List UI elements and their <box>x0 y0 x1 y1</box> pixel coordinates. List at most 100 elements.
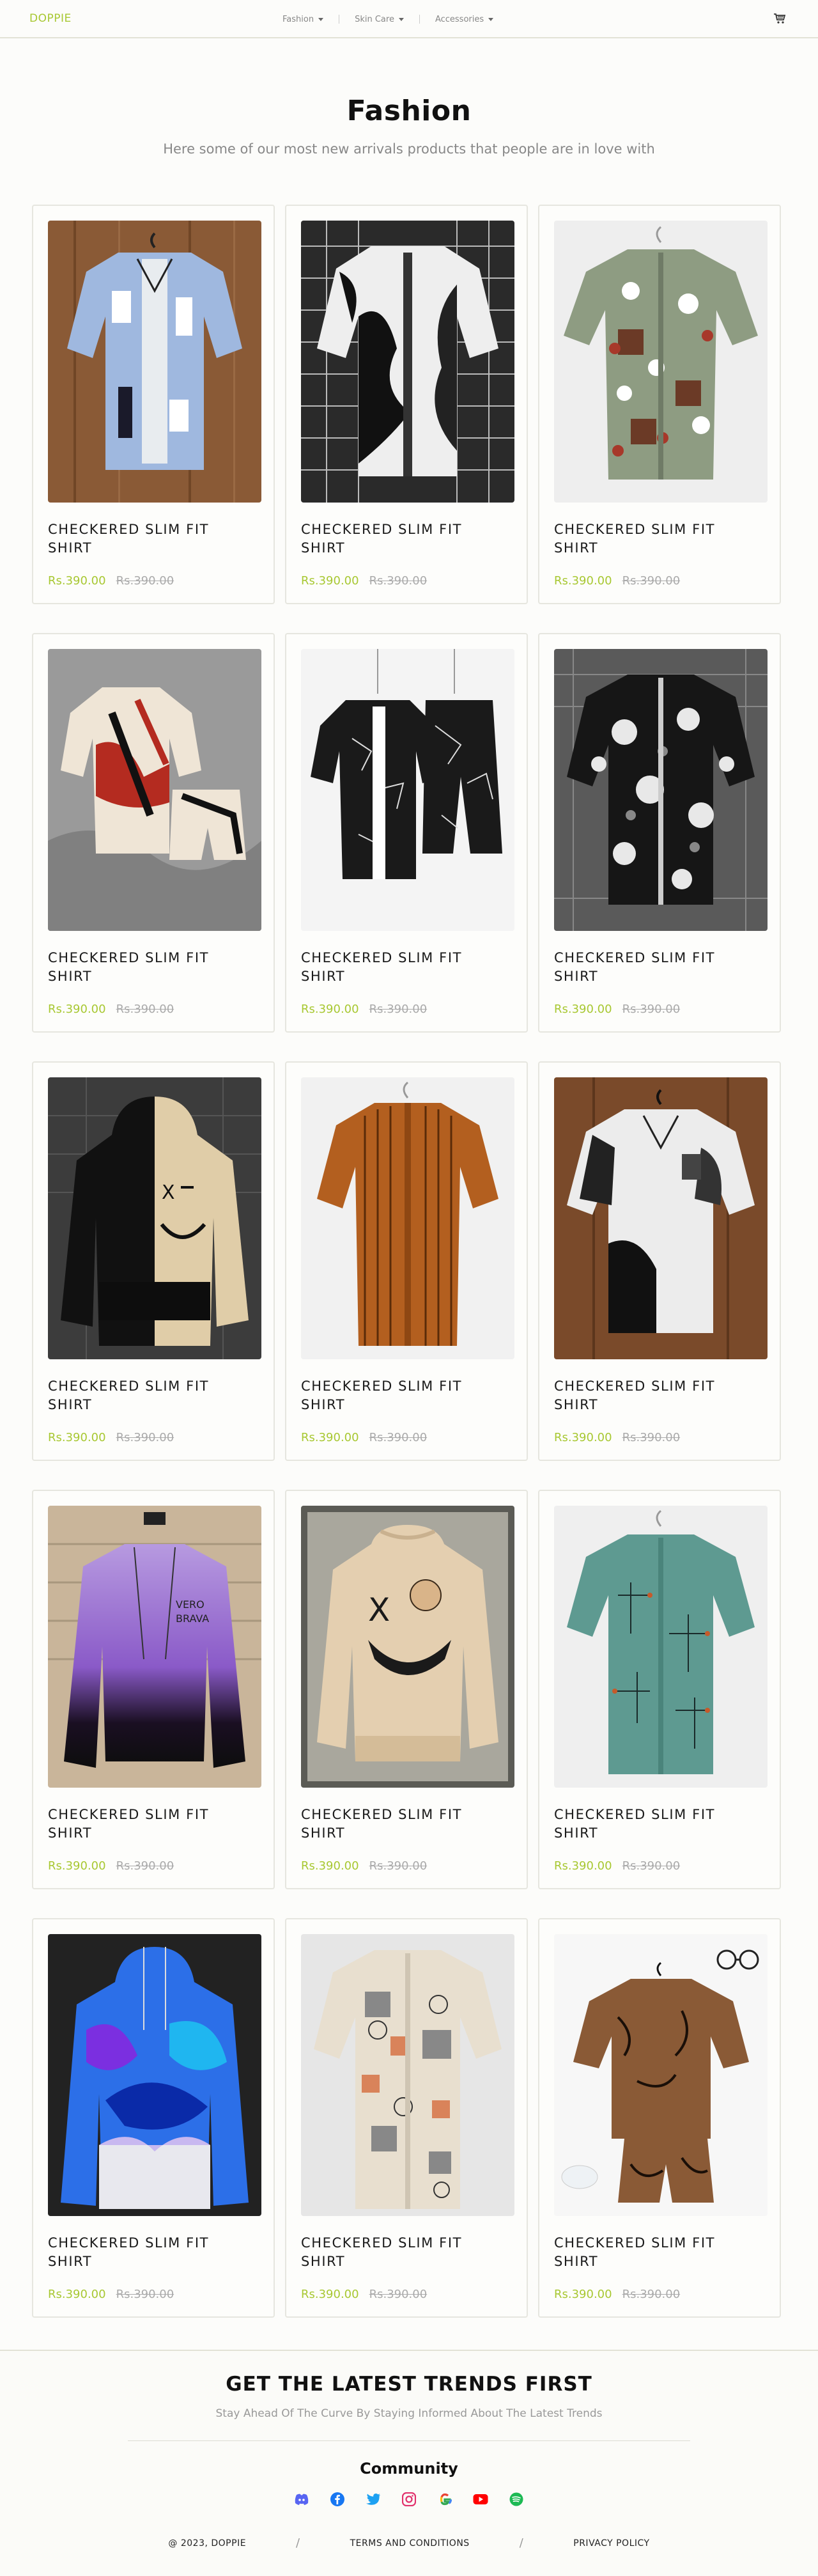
product-image[interactable] <box>48 1934 261 2216</box>
nav-item-accessories[interactable]: Accessories <box>435 14 494 24</box>
product-card[interactable]: X CHECKERED SLIM FIT SHIRT Rs.390.00 Rs.… <box>285 1490 528 1889</box>
product-old-price: Rs.390.00 <box>622 1859 681 1873</box>
product-price: Rs.390.00 <box>554 1431 612 1444</box>
product-image[interactable] <box>48 221 261 503</box>
product-old-price: Rs.390.00 <box>369 1003 428 1016</box>
svg-text:X: X <box>162 1182 175 1204</box>
product-title[interactable]: CHECKERED SLIM FIT SHIRT <box>301 520 493 558</box>
cart-icon[interactable] <box>773 13 786 27</box>
price-row: Rs.390.00 Rs.390.00 <box>301 1859 512 1873</box>
product-title[interactable]: CHECKERED SLIM FIT SHIRT <box>554 1806 746 1843</box>
chevron-down-icon <box>488 17 494 21</box>
product-image[interactable] <box>48 649 261 931</box>
product-title[interactable]: CHECKERED SLIM FIT SHIRT <box>301 2234 493 2271</box>
privacy-link[interactable]: PRIVACY POLICY <box>573 2538 649 2549</box>
product-title[interactable]: CHECKERED SLIM FIT SHIRT <box>301 1377 493 1414</box>
product-price: Rs.390.00 <box>48 1431 106 1444</box>
product-price: Rs.390.00 <box>301 2288 359 2301</box>
product-old-price: Rs.390.00 <box>369 2288 428 2301</box>
product-price: Rs.390.00 <box>554 1003 612 1016</box>
google-icon[interactable] <box>437 2492 452 2507</box>
product-image[interactable] <box>554 1506 768 1788</box>
product-image[interactable] <box>301 221 514 503</box>
product-price: Rs.390.00 <box>48 574 106 588</box>
discord-icon[interactable] <box>294 2492 309 2507</box>
product-card[interactable]: CHECKERED SLIM FIT SHIRT Rs.390.00 Rs.39… <box>538 1061 781 1461</box>
product-card[interactable]: CHECKERED SLIM FIT SHIRT Rs.390.00 Rs.39… <box>285 1061 528 1461</box>
product-price: Rs.390.00 <box>554 1859 612 1873</box>
brand-logo[interactable]: DOPPIE <box>29 12 72 25</box>
product-card[interactable]: CHECKERED SLIM FIT SHIRT Rs.390.00 Rs.39… <box>538 1918 781 2318</box>
product-title[interactable]: CHECKERED SLIM FIT SHIRT <box>554 949 746 986</box>
product-price: Rs.390.00 <box>48 2288 106 2301</box>
product-price: Rs.390.00 <box>48 1003 106 1016</box>
product-old-price: Rs.390.00 <box>116 2288 174 2301</box>
product-old-price: Rs.390.00 <box>622 574 681 588</box>
price-row: Rs.390.00 Rs.390.00 <box>48 1431 259 1444</box>
product-title[interactable]: CHECKERED SLIM FIT SHIRT <box>554 2234 746 2271</box>
price-row: Rs.390.00 Rs.390.00 <box>48 1859 259 1873</box>
nav-divider <box>419 15 420 24</box>
product-title[interactable]: CHECKERED SLIM FIT SHIRT <box>48 1377 240 1414</box>
nav-menu: Fashion Skin Care Accessories <box>282 0 494 38</box>
twitter-icon[interactable] <box>366 2492 381 2507</box>
product-image[interactable]: VERO BRAVA <box>48 1506 261 1788</box>
product-image[interactable] <box>301 1934 514 2216</box>
footer: GET THE LATEST TRENDS FIRST Stay Ahead O… <box>0 2350 818 2576</box>
product-old-price: Rs.390.00 <box>116 1859 174 1873</box>
spotify-icon[interactable] <box>509 2492 524 2507</box>
product-image[interactable]: X <box>301 1506 514 1788</box>
product-image[interactable] <box>554 1077 768 1359</box>
nav-item-skin-care[interactable]: Skin Care <box>355 15 404 24</box>
product-price: Rs.390.00 <box>48 1859 106 1873</box>
product-card[interactable]: CHECKERED SLIM FIT SHIRT Rs.390.00 Rs.39… <box>32 205 275 604</box>
product-card[interactable]: CHECKERED SLIM FIT SHIRT Rs.390.00 Rs.39… <box>32 1918 275 2318</box>
facebook-icon[interactable] <box>330 2492 345 2507</box>
price-row: Rs.390.00 Rs.390.00 <box>48 574 259 588</box>
product-card[interactable]: CHECKERED SLIM FIT SHIRT Rs.390.00 Rs.39… <box>538 1490 781 1889</box>
section-subtitle: Here some of our most new arrivals produ… <box>163 141 655 157</box>
product-image[interactable] <box>301 1077 514 1359</box>
section-title: Fashion <box>346 95 472 127</box>
svg-text:X: X <box>368 1591 390 1628</box>
product-card[interactable]: CHECKERED SLIM FIT SHIRT Rs.390.00 Rs.39… <box>285 205 528 604</box>
product-card[interactable]: CHECKERED SLIM FIT SHIRT Rs.390.00 Rs.39… <box>32 633 275 1033</box>
product-price: Rs.390.00 <box>301 1003 359 1016</box>
product-card[interactable]: X CHECKERED SLIM FIT SHIRT Rs.390.00 Rs.… <box>32 1061 275 1461</box>
price-row: Rs.390.00 Rs.390.00 <box>48 2288 259 2301</box>
product-title[interactable]: CHECKERED SLIM FIT SHIRT <box>48 1806 240 1843</box>
product-image[interactable] <box>554 649 768 931</box>
nav-item-fashion[interactable]: Fashion <box>282 14 324 24</box>
nav-item-label: Fashion <box>282 14 314 24</box>
product-image[interactable] <box>554 221 768 503</box>
product-image[interactable]: X <box>48 1077 261 1359</box>
product-title[interactable]: CHECKERED SLIM FIT SHIRT <box>301 1806 493 1843</box>
product-title[interactable]: CHECKERED SLIM FIT SHIRT <box>48 2234 240 2271</box>
product-price: Rs.390.00 <box>301 574 359 588</box>
product-card[interactable]: CHECKERED SLIM FIT SHIRT Rs.390.00 Rs.39… <box>285 633 528 1033</box>
product-card[interactable]: CHECKERED SLIM FIT SHIRT Rs.390.00 Rs.39… <box>538 633 781 1033</box>
product-title[interactable]: CHECKERED SLIM FIT SHIRT <box>301 949 493 986</box>
terms-link[interactable]: TERMS AND CONDITIONS <box>350 2538 470 2549</box>
nav-item-label: Accessories <box>435 14 484 24</box>
product-title[interactable]: CHECKERED SLIM FIT SHIRT <box>554 520 746 558</box>
product-card[interactable]: CHECKERED SLIM FIT SHIRT Rs.390.00 Rs.39… <box>538 205 781 604</box>
svg-text:VERO: VERO <box>176 1598 204 1611</box>
product-card[interactable]: VERO BRAVA CHECKERED SLIM FIT SHIRT Rs.3… <box>32 1490 275 1889</box>
product-title[interactable]: CHECKERED SLIM FIT SHIRT <box>48 520 240 558</box>
youtube-icon[interactable] <box>473 2492 488 2507</box>
product-title[interactable]: CHECKERED SLIM FIT SHIRT <box>554 1377 746 1414</box>
svg-text:BRAVA: BRAVA <box>176 1612 209 1625</box>
product-image[interactable] <box>301 649 514 931</box>
link-separator: / <box>519 2536 524 2550</box>
product-title[interactable]: CHECKERED SLIM FIT SHIRT <box>48 949 240 986</box>
price-row: Rs.390.00 Rs.390.00 <box>554 2288 765 2301</box>
product-image[interactable] <box>554 1934 768 2216</box>
product-card[interactable]: CHECKERED SLIM FIT SHIRT Rs.390.00 Rs.39… <box>285 1918 528 2318</box>
navbar: DOPPIE Fashion Skin Care Accessories <box>0 0 818 38</box>
link-separator: / <box>296 2536 300 2550</box>
price-row: Rs.390.00 Rs.390.00 <box>554 1431 765 1444</box>
instagram-icon[interactable] <box>401 2492 417 2507</box>
product-old-price: Rs.390.00 <box>116 1003 174 1016</box>
footer-bottom-links: @ 2023, DOPPIE / TERMS AND CONDITIONS / … <box>0 2536 818 2550</box>
